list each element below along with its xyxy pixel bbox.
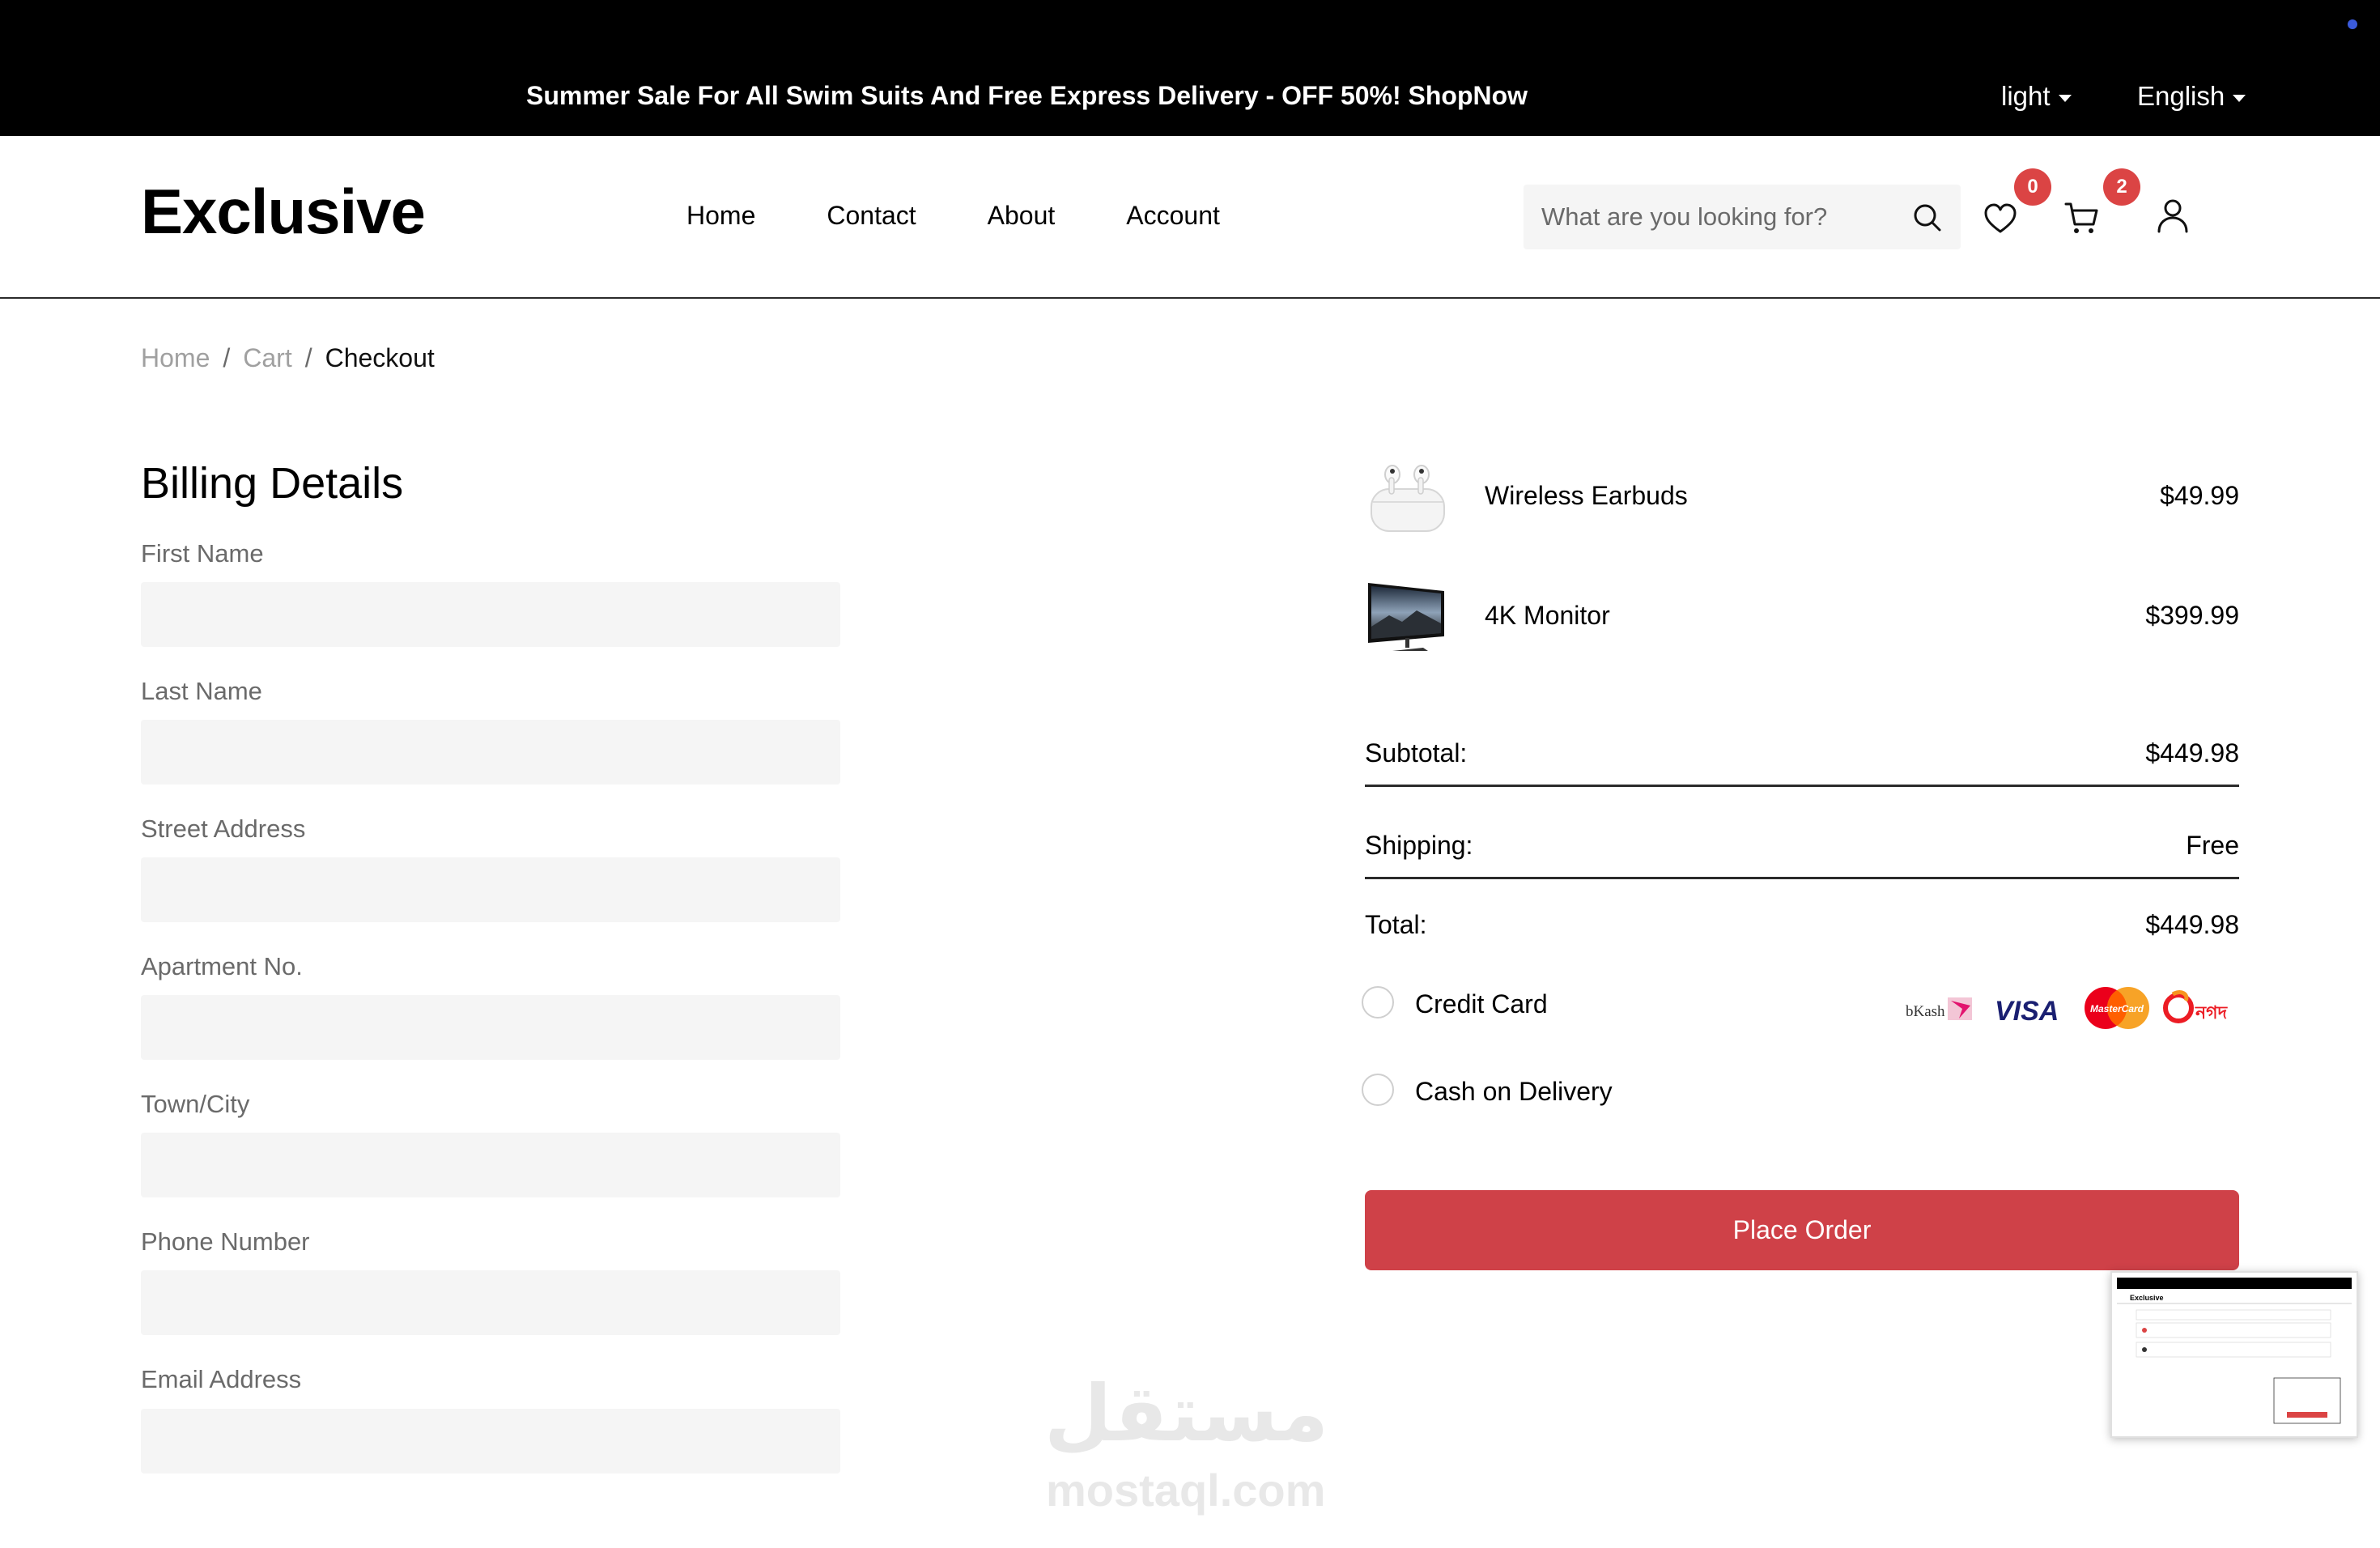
shop-now-link[interactable]: ShopNow (1409, 81, 1528, 110)
first-name-field[interactable] (141, 582, 840, 647)
page-thumbnail-preview[interactable]: Exclusive (2110, 1271, 2358, 1438)
wishlist-count-badge: 0 (2014, 168, 2051, 206)
subtotal-value: $449.98 (2145, 738, 2239, 768)
total-value: $449.98 (2145, 910, 2239, 939)
promo-bar: Summer Sale For All Swim Suits And Free … (0, 0, 2380, 136)
nagad-logo-text: নগদ (2195, 1003, 2229, 1023)
watermark-latin: mostaql.com (1046, 1465, 1326, 1516)
mastercard-logo: MasterCard (2085, 987, 2149, 1029)
nav-contact[interactable]: Contact (827, 201, 916, 231)
phone-number-field[interactable] (141, 1270, 840, 1335)
mastercard-logo-text: MasterCard (2090, 1003, 2144, 1014)
order-item-price: $49.99 (2160, 480, 2239, 510)
nav-about[interactable]: About (988, 201, 1056, 231)
site-logo[interactable]: Exclusive (141, 175, 426, 249)
theme-dropdown[interactable]: light (2001, 81, 2072, 112)
promo-text: Summer Sale For All Swim Suits And Free … (526, 81, 1528, 111)
total-label: Total: (1365, 910, 1427, 939)
street-address-label: Street Address (141, 814, 306, 843)
theme-dropdown-label: light (2001, 81, 2051, 111)
order-item: Wireless Earbuds $49.99 (1365, 451, 2239, 540)
order-item-price: $399.99 (2145, 600, 2239, 630)
place-order-button[interactable]: Place Order (1365, 1190, 2239, 1270)
subtotal-label: Subtotal: (1365, 738, 1468, 768)
visa-logo: VISA (1995, 996, 2059, 1027)
email-address-field[interactable] (141, 1409, 840, 1474)
apartment-field[interactable] (141, 995, 840, 1060)
promo-message: Summer Sale For All Swim Suits And Free … (526, 81, 1401, 110)
search-box (1524, 185, 1961, 249)
bkash-logo-text: bKash (1906, 1003, 1945, 1020)
shipping-row: Shipping: Free (1365, 831, 2239, 861)
heart-icon[interactable] (1981, 199, 2020, 238)
town-city-label: Town/City (141, 1090, 250, 1118)
earbuds-image (1371, 465, 1445, 532)
bkash-logo: bKash (1906, 997, 1972, 1020)
status-dot (2348, 19, 2357, 29)
nav-account[interactable]: Account (1126, 201, 1220, 231)
subtotal-row: Subtotal: $449.98 (1365, 738, 2239, 768)
order-item-name: Wireless Earbuds (1485, 480, 1688, 510)
nav-home[interactable]: Home (686, 201, 755, 231)
breadcrumb-home[interactable]: Home (141, 343, 210, 373)
search-icon[interactable] (1910, 201, 1943, 233)
shipping-label: Shipping: (1365, 831, 1473, 860)
breadcrumb-separator: / (223, 343, 231, 372)
breadcrumb: Home / Cart / Checkout (141, 343, 435, 373)
email-address-label: Email Address (141, 1365, 302, 1393)
user-icon[interactable] (2153, 196, 2192, 235)
last-name-field[interactable] (141, 720, 840, 785)
total-row: Total: $449.98 (1365, 910, 2239, 940)
thumbnail-graphic: Exclusive (2117, 1278, 2352, 1431)
last-name-label: Last Name (141, 677, 262, 705)
language-dropdown[interactable]: English (2137, 81, 2246, 112)
divider (1365, 877, 2239, 879)
cash-on-delivery-radio[interactable] (1362, 1074, 1394, 1106)
order-item-name: 4K Monitor (1485, 600, 1610, 630)
caret-down-icon (2233, 94, 2246, 102)
payment-logos: bKash VISA MasterCard নগদ (1906, 987, 2229, 1029)
site-header: Exclusive Home Contact About Account 0 2 (0, 136, 2380, 299)
street-address-field[interactable] (141, 857, 840, 922)
order-item: 4K Monitor $399.99 (1365, 571, 2239, 660)
search-input[interactable] (1541, 202, 1898, 232)
monitor-image (1368, 583, 1444, 651)
breadcrumb-cart[interactable]: Cart (243, 343, 291, 373)
breadcrumb-checkout: Checkout (325, 343, 435, 372)
main-nav: Home Contact About Account (686, 201, 1220, 231)
first-name-label: First Name (141, 539, 264, 568)
credit-card-label[interactable]: Credit Card (1415, 989, 1548, 1019)
apartment-label: Apartment No. (141, 952, 303, 980)
caret-down-icon (2058, 94, 2072, 102)
cash-on-delivery-label[interactable]: Cash on Delivery (1415, 1077, 1613, 1107)
phone-number-label: Phone Number (141, 1227, 310, 1256)
watermark-arabic: مستقل (1044, 1368, 1329, 1459)
nagad-logo: নগদ (2163, 990, 2229, 1023)
shipping-value: Free (2186, 831, 2239, 860)
town-city-field[interactable] (141, 1133, 840, 1197)
divider (1365, 785, 2239, 787)
thumbnail-logo: Exclusive (2130, 1294, 2164, 1302)
cart-count-badge: 2 (2103, 168, 2140, 206)
language-dropdown-label: English (2137, 81, 2225, 111)
breadcrumb-separator: / (304, 343, 312, 372)
credit-card-radio[interactable] (1362, 986, 1394, 1019)
billing-title: Billing Details (141, 459, 404, 508)
cart-icon[interactable] (2063, 199, 2102, 238)
